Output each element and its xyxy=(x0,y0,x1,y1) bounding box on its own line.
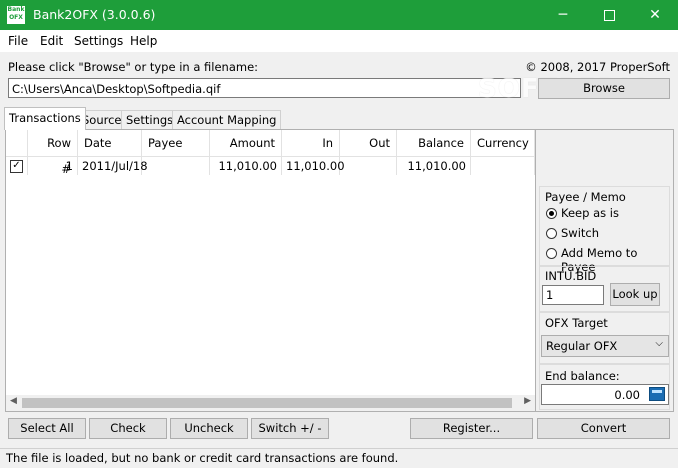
ofx-target-value: Regular OFX xyxy=(546,339,618,353)
app-icon-text-bottom: OFX xyxy=(9,14,23,21)
chevron-down-icon: ⌵ xyxy=(655,338,663,349)
title-bar: Bank OFX Bank2OFX (3.0.0.6) ─ ✕ xyxy=(0,0,678,30)
ofx-target-label: OFX Target xyxy=(545,316,608,330)
transactions-grid: Row # Date Payee Amount In Out Balance C… xyxy=(5,129,536,412)
convert-button[interactable]: Convert xyxy=(537,418,670,439)
scroll-right-icon[interactable]: ▶ xyxy=(524,396,531,406)
end-balance-label: End balance: xyxy=(545,369,620,383)
end-balance-input[interactable]: 0.00 xyxy=(541,384,669,405)
end-balance-group: End balance: 0.00 xyxy=(539,364,670,410)
payee-memo-group: Payee / Memo Keep as is Switch Add Memo … xyxy=(539,186,670,274)
cell-row: 1 xyxy=(28,156,78,175)
column-header-row[interactable]: Row # xyxy=(28,130,78,176)
close-icon: ✕ xyxy=(649,7,661,23)
tab-account-mapping[interactable]: Account Mapping xyxy=(172,110,282,129)
cell-out xyxy=(340,156,397,175)
column-header-in[interactable]: In xyxy=(282,130,340,156)
browse-button[interactable]: Browse xyxy=(538,78,670,99)
radio-label-keep: Keep as is xyxy=(561,206,619,220)
intu-bid-group: INTU.BID 1 Look up xyxy=(539,266,670,312)
row-checkbox[interactable]: ✓ xyxy=(6,156,28,175)
column-header-amount[interactable]: Amount xyxy=(210,130,282,156)
cell-date: 2011/Jul/18 xyxy=(78,156,148,175)
end-balance-value: 0.00 xyxy=(614,388,640,402)
status-bar: The file is loaded, but no bank or credi… xyxy=(0,448,678,467)
column-header-out[interactable]: Out xyxy=(340,130,397,156)
file-prompt-label: Please click "Browse" or type in a filen… xyxy=(8,60,259,74)
menu-settings[interactable]: Settings xyxy=(74,34,123,48)
uncheck-button[interactable]: Uncheck xyxy=(170,418,248,439)
horizontal-scrollbar[interactable]: ◀ ▶ xyxy=(6,395,535,411)
column-header-currency[interactable]: Currency xyxy=(471,130,535,156)
check-button[interactable]: Check xyxy=(89,418,167,439)
ofx-target-select[interactable]: Regular OFX ⌵ xyxy=(541,335,669,357)
cell-currency xyxy=(471,156,535,175)
tab-transactions[interactable]: Transactions xyxy=(4,107,86,130)
tab-settings[interactable]: Settings xyxy=(121,110,179,129)
menu-file[interactable]: File xyxy=(8,34,28,48)
close-button[interactable]: ✕ xyxy=(632,0,678,30)
menu-help[interactable]: Help xyxy=(130,34,157,48)
app-icon: Bank OFX xyxy=(7,6,25,24)
minimize-icon: ─ xyxy=(558,7,568,23)
menu-edit[interactable]: Edit xyxy=(40,34,63,48)
switch-sign-button[interactable]: Switch +/ - xyxy=(251,418,329,439)
column-header-check xyxy=(6,130,28,156)
maximize-button[interactable] xyxy=(586,0,632,30)
app-icon-text-top: Bank xyxy=(7,6,25,13)
intu-bid-input[interactable]: 1 xyxy=(542,285,604,305)
scroll-left-icon[interactable]: ◀ xyxy=(10,396,17,406)
column-header-payee[interactable]: Payee xyxy=(142,130,210,156)
ofx-target-group: OFX Target Regular OFX ⌵ xyxy=(539,312,670,364)
payee-memo-title: Payee / Memo xyxy=(545,190,626,204)
intu-bid-label: INTU.BID xyxy=(545,269,597,283)
status-text: The file is loaded, but no bank or credi… xyxy=(6,451,399,465)
look-up-button[interactable]: Look up xyxy=(610,283,660,306)
checkmark-icon: ✓ xyxy=(10,160,23,173)
options-panel: Payee / Memo Keep as is Switch Add Memo … xyxy=(536,129,674,412)
file-path-input[interactable]: C:\Users\Anca\Desktop\Softpedia.qif xyxy=(8,78,521,98)
radio-unselected-icon xyxy=(546,228,557,239)
radio-selected-icon xyxy=(546,208,557,219)
scrollbar-thumb[interactable] xyxy=(22,398,512,408)
maximize-icon xyxy=(603,9,615,21)
radio-label-switch: Switch xyxy=(561,226,600,240)
cell-amount: 11,010.00 xyxy=(210,156,282,175)
select-all-button[interactable]: Select All xyxy=(8,418,86,439)
minimize-button[interactable]: ─ xyxy=(540,0,586,30)
calculator-icon[interactable] xyxy=(649,387,665,401)
radio-unselected-icon xyxy=(546,248,557,259)
column-header-balance[interactable]: Balance xyxy=(397,130,471,156)
menu-bar: File Edit Settings Help xyxy=(0,30,678,52)
cell-payee xyxy=(142,156,210,175)
cell-balance: 11,010.00 xyxy=(397,156,471,175)
register-button[interactable]: Register... xyxy=(410,418,533,439)
copyright-label: © 2008, 2017 ProperSoft xyxy=(525,60,670,74)
window-title: Bank2OFX (3.0.0.6) xyxy=(33,7,156,22)
cell-in: 11,010.00 xyxy=(282,156,345,175)
column-header-date[interactable]: Date xyxy=(78,130,142,156)
